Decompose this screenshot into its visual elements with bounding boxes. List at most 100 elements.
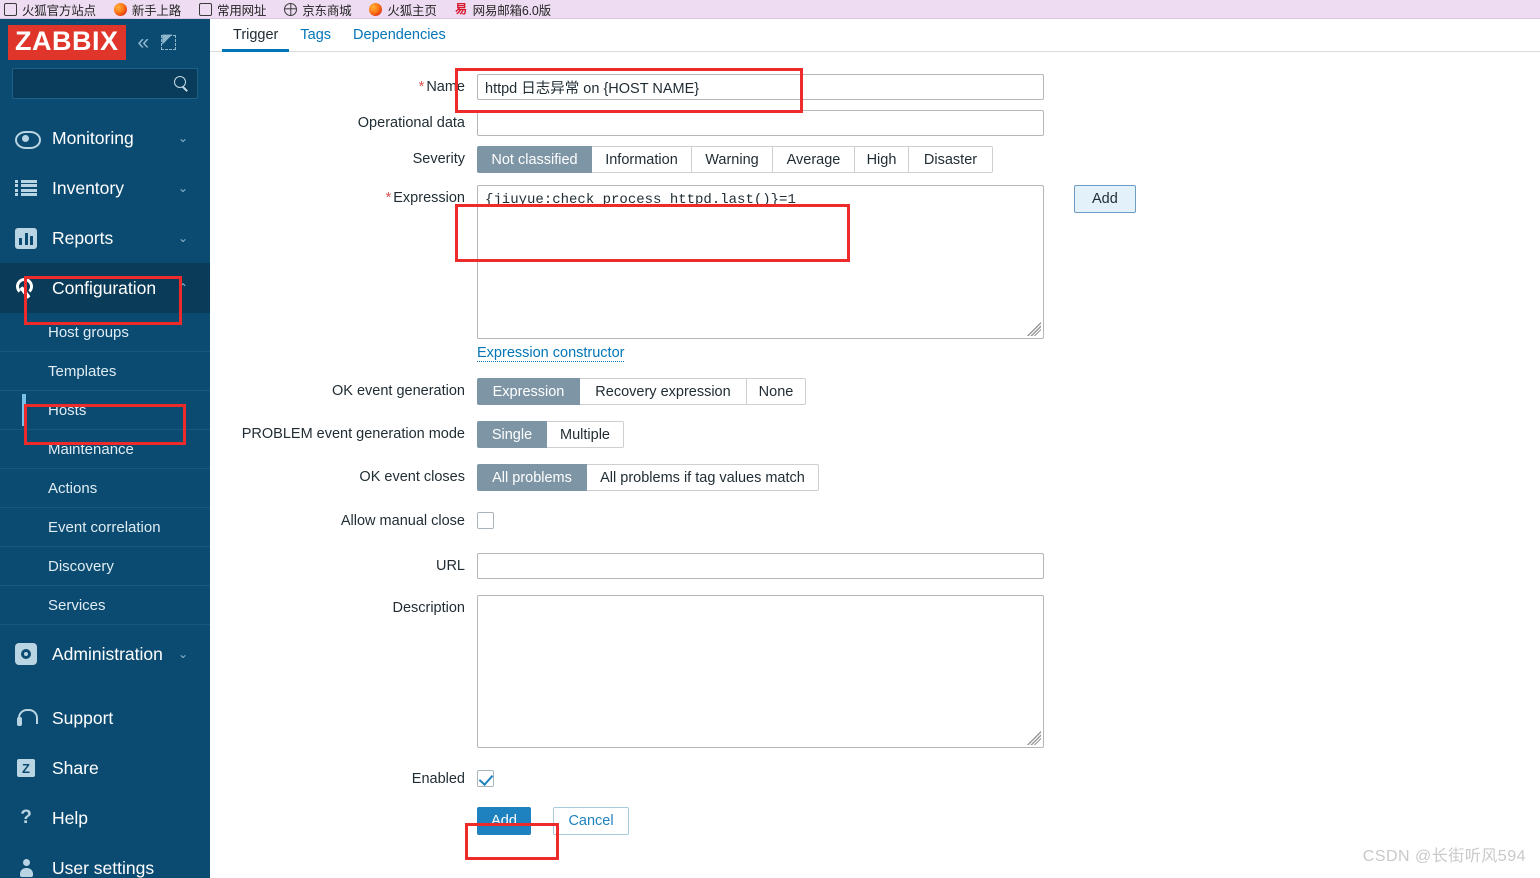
main-content: Trigger Tags Dependencies *Name Operatio… bbox=[210, 19, 1540, 878]
sidebar-item-label: Monitoring bbox=[52, 127, 134, 148]
sidebar-item-discovery[interactable]: Discovery bbox=[0, 547, 210, 586]
severity-option-high[interactable]: High bbox=[855, 146, 909, 173]
operational-data-input[interactable] bbox=[477, 110, 1044, 136]
sidebar-item-user-settings[interactable]: User settings bbox=[0, 843, 210, 878]
ok-event-closes-option-all-problems[interactable]: All problems bbox=[477, 464, 587, 491]
sidebar-item-actions[interactable]: Actions bbox=[0, 469, 210, 508]
chevron-double-left-icon[interactable]: « bbox=[138, 32, 150, 53]
sidebar-item-label: Templates bbox=[48, 362, 117, 380]
bookmark-item[interactable]: 火狐官方站点 bbox=[4, 0, 96, 19]
firefox-icon bbox=[369, 2, 383, 16]
sidebar-item-administration[interactable]: Administration ⌄ bbox=[0, 629, 210, 679]
sidebar-item-label: Support bbox=[52, 707, 114, 728]
expression-add-button[interactable]: Add bbox=[1074, 185, 1136, 213]
sidebar-item-label: Help bbox=[52, 807, 88, 828]
sidebar-item-label: Administration bbox=[52, 643, 163, 664]
zabbix-logo[interactable]: ZABBIX bbox=[8, 25, 126, 60]
name-label: * Name bbox=[418, 79, 465, 95]
form-row-expression-constructor: Expression constructor bbox=[210, 345, 1540, 362]
sidebar-item-event-correlation[interactable]: Event correlation bbox=[0, 508, 210, 547]
ok-event-generation-option-recovery-expression[interactable]: Recovery expression bbox=[580, 378, 747, 405]
bookmark-item[interactable]: 常用网址 bbox=[199, 0, 266, 19]
severity-option-information[interactable]: Information bbox=[592, 146, 692, 173]
sidebar-item-host-groups[interactable]: Host groups bbox=[0, 313, 210, 352]
submit-add-button[interactable]: Add bbox=[477, 807, 531, 835]
required-asterisk: * bbox=[385, 190, 392, 206]
sidebar-item-services[interactable]: Services bbox=[0, 586, 210, 625]
form-row-ok-event-generation: OK event generation Expression Recovery … bbox=[210, 378, 1540, 405]
bookmark-item[interactable]: 京东商城 bbox=[284, 0, 352, 19]
allow-manual-close-label: Allow manual close bbox=[340, 513, 465, 529]
required-asterisk: * bbox=[418, 79, 425, 95]
form-row-allow-manual-close: Allow manual close bbox=[210, 508, 1540, 534]
browser-bookmark-bar: 火狐官方站点 新手上路 常用网址 京东商城 火狐主页 易 网易邮箱6.0版 bbox=[0, 0, 1540, 19]
description-textarea[interactable] bbox=[477, 595, 1044, 748]
zabbix-share-icon: Z bbox=[13, 755, 39, 781]
sidebar-item-label: Configuration bbox=[52, 277, 157, 298]
form-row-actions: Add Cancel bbox=[210, 807, 1540, 835]
bookmark-item[interactable]: 新手上路 bbox=[113, 0, 181, 19]
compact-view-icon[interactable] bbox=[161, 32, 177, 50]
severity-option-average[interactable]: Average bbox=[773, 146, 855, 173]
severity-segmented-control: Not classified Information Warning Avera… bbox=[477, 146, 993, 173]
url-input[interactable] bbox=[477, 553, 1044, 579]
expression-textarea[interactable] bbox=[477, 185, 1044, 339]
ok-event-generation-option-expression[interactable]: Expression bbox=[477, 378, 580, 405]
sidebar-item-inventory[interactable]: Inventory ⌄ bbox=[0, 163, 210, 213]
bookmark-label: 网易邮箱6.0版 bbox=[472, 3, 551, 18]
sidebar-item-monitoring[interactable]: Monitoring ⌄ bbox=[0, 113, 210, 163]
url-label: URL bbox=[435, 558, 465, 574]
expression-constructor-link[interactable]: Expression constructor bbox=[477, 345, 625, 362]
list-icon bbox=[13, 175, 39, 201]
problem-event-option-multiple[interactable]: Multiple bbox=[547, 421, 624, 448]
gear-icon bbox=[13, 641, 39, 667]
expression-label: * Expression bbox=[385, 190, 465, 206]
sidebar-item-label: Services bbox=[48, 596, 106, 614]
allow-manual-close-checkbox[interactable] bbox=[477, 512, 494, 529]
sidebar-item-templates[interactable]: Templates bbox=[0, 352, 210, 391]
tab-trigger[interactable]: Trigger bbox=[222, 27, 290, 52]
tab-dependencies[interactable]: Dependencies bbox=[342, 27, 457, 51]
sidebar-item-label: Discovery bbox=[48, 557, 114, 575]
sidebar-search-wrapper bbox=[0, 68, 210, 99]
bookmark-label: 京东商城 bbox=[302, 3, 352, 18]
sidebar-item-help[interactable]: ? Help bbox=[0, 793, 210, 843]
chevron-down-icon: ⌄ bbox=[177, 131, 188, 145]
netease-icon: 易 bbox=[455, 2, 468, 16]
description-label: Description bbox=[392, 600, 465, 616]
severity-option-disaster[interactable]: Disaster bbox=[909, 146, 993, 173]
enabled-label: Enabled bbox=[411, 771, 465, 787]
severity-option-not-classified[interactable]: Not classified bbox=[477, 146, 592, 173]
sidebar-item-share[interactable]: Z Share bbox=[0, 743, 210, 793]
ok-event-generation-segmented-control: Expression Recovery expression None bbox=[477, 378, 806, 405]
ok-event-closes-option-tag-values-match[interactable]: All problems if tag values match bbox=[587, 464, 819, 491]
bookmark-item[interactable]: 火狐主页 bbox=[369, 0, 437, 19]
enabled-checkbox[interactable] bbox=[477, 770, 494, 787]
sidebar-item-maintenance[interactable]: Maintenance bbox=[0, 430, 210, 469]
sidebar-item-reports[interactable]: Reports ⌄ bbox=[0, 213, 210, 263]
sidebar-item-hosts[interactable]: Hosts bbox=[0, 391, 210, 430]
severity-option-warning[interactable]: Warning bbox=[692, 146, 773, 173]
sidebar-item-configuration[interactable]: Configuration ⌃ bbox=[0, 263, 210, 313]
csdn-watermark: CSDN @长街听风594 bbox=[1362, 848, 1526, 865]
cancel-button[interactable]: Cancel bbox=[553, 807, 629, 835]
bookmark-item[interactable]: 易 网易邮箱6.0版 bbox=[455, 0, 551, 19]
severity-label: Severity bbox=[412, 151, 465, 167]
sidebar-item-support[interactable]: Support bbox=[0, 693, 210, 743]
name-input[interactable] bbox=[477, 74, 1044, 100]
chevron-down-icon: ⌄ bbox=[177, 647, 188, 661]
form-row-operational-data: Operational data bbox=[210, 110, 1540, 136]
ok-event-generation-option-none[interactable]: None bbox=[747, 378, 806, 405]
chevron-up-icon: ⌃ bbox=[177, 281, 188, 295]
bookmark-label: 常用网址 bbox=[217, 3, 267, 18]
bookmark-label: 火狐官方站点 bbox=[22, 3, 96, 18]
question-icon: ? bbox=[20, 807, 32, 828]
sidebar-item-label: Event correlation bbox=[48, 518, 161, 536]
bookmark-label: 火狐主页 bbox=[387, 3, 437, 18]
square-bookmark-icon bbox=[199, 2, 213, 16]
tab-tags[interactable]: Tags bbox=[289, 27, 342, 51]
sidebar: ZABBIX « Monitoring ⌄ Inventory ⌄ Report… bbox=[0, 19, 210, 878]
problem-event-option-single[interactable]: Single bbox=[477, 421, 547, 448]
search-input[interactable] bbox=[12, 68, 198, 99]
